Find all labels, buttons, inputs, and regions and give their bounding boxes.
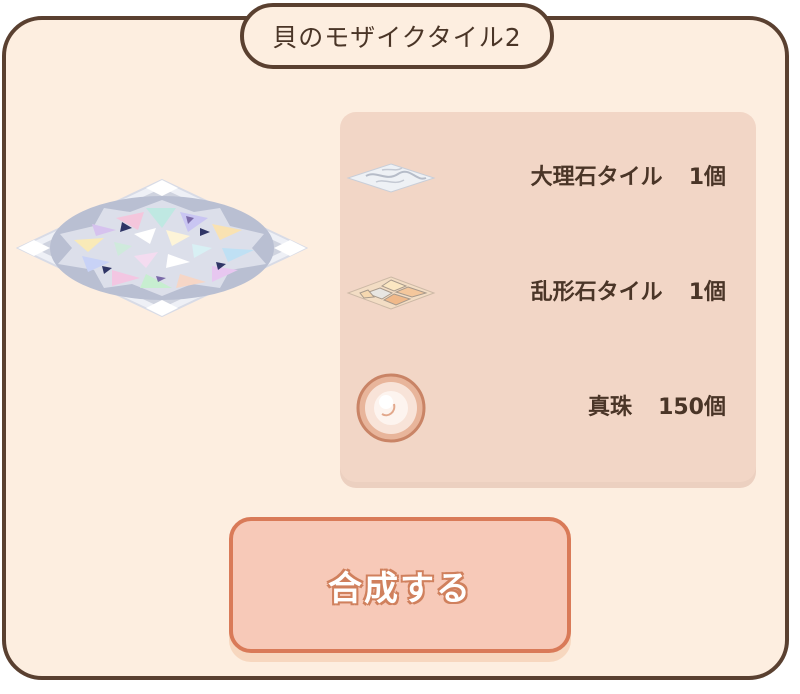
material-name: 真珠 <box>588 395 633 420</box>
dialog-title: 貝のモザイクタイル2 <box>272 23 522 52</box>
pearl-icon <box>346 368 436 448</box>
dialog-title-pill: 貝のモザイクタイル2 <box>240 3 554 69</box>
material-label: 大理石タイル 1個 <box>531 138 726 218</box>
materials-list: 大理石タイル 1個 乱形石タイル 1個 真珠 150個 <box>340 112 756 482</box>
material-name: 乱形石タイル <box>530 280 663 305</box>
material-row: 大理石タイル 1個 <box>340 138 756 218</box>
material-label: 真珠 150個 <box>588 368 726 448</box>
synthesize-button-label: 合成する <box>327 568 472 610</box>
material-row: 真珠 150個 <box>340 368 756 448</box>
synthesize-button[interactable]: 合成する <box>229 517 571 653</box>
material-label: 乱形石タイル 1個 <box>531 253 726 333</box>
material-row: 乱形石タイル 1個 <box>340 253 756 333</box>
material-count: 1個 <box>688 165 726 190</box>
random-stone-tile-icon <box>346 253 436 333</box>
shell-mosaic-tile-icon <box>15 178 309 318</box>
marble-tile-icon <box>346 138 436 218</box>
product-preview <box>15 178 309 318</box>
material-count: 1個 <box>688 280 726 305</box>
material-name: 大理石タイル <box>530 165 663 190</box>
synthesis-dialog: 貝のモザイクタイル2 大理石タイル 1個 乱形石タイル 1個 真珠 150個 合… <box>0 0 800 694</box>
material-count: 150個 <box>658 395 726 420</box>
